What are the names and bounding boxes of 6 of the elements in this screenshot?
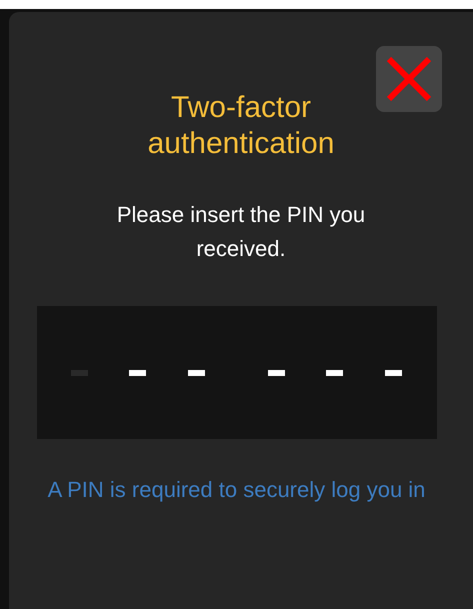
pin-input[interactable] [36, 306, 436, 439]
hint-text: A PIN is required to securely log you in [46, 476, 426, 504]
close-button[interactable] [376, 46, 442, 112]
close-icon [385, 55, 433, 103]
dialog-title: Two-factor authentication [146, 90, 336, 162]
dialog-message: Please insert the PIN you received. [116, 201, 366, 263]
